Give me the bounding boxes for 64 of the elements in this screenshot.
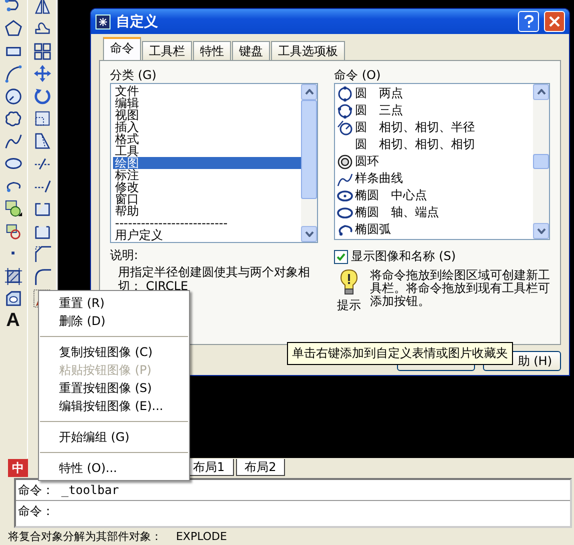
list-item[interactable]: 椭圆弧 [337, 221, 533, 238]
menu-item[interactable]: 删除 (D) [39, 312, 189, 330]
list-item[interactable]: 圆 相切、相切、相切 [337, 136, 533, 153]
list-item[interactable]: 椭圆 轴、端点 [337, 204, 533, 221]
list-item[interactable]: 样条曲线 [337, 170, 533, 187]
list-item[interactable]: 工具 [113, 145, 301, 157]
tooltip: 单击右键添加到自定义表情或图片收藏夹 [287, 342, 513, 365]
list-item[interactable]: 格式 [113, 133, 301, 145]
close-icon [549, 16, 560, 27]
tab[interactable]: 工具选项板 [271, 41, 345, 60]
list-item[interactable]: 视图 [113, 109, 301, 121]
layout-tab[interactable]: 布局2 [236, 459, 286, 476]
field-label: 说明: [110, 247, 140, 263]
status-text: 将复合对象分解为其部件对象： EXPLODE [7, 529, 228, 544]
hint-caption: 提示 [337, 297, 361, 314]
text-tool-button[interactable]: A [1, 311, 25, 332]
checkbox-label[interactable]: 显示图像和名称 (S) [351, 248, 456, 265]
hint-text: 将命令拖放到绘图区域可创建新工具栏。将命令拖放到现有工具栏可添加按钮。 [370, 269, 550, 310]
list-item[interactable]: 用户定义 [113, 229, 301, 241]
list-item[interactable]: 帮助 [113, 205, 301, 217]
help-button[interactable] [518, 11, 539, 32]
close-button[interactable] [544, 11, 565, 32]
list-item[interactable]: 椭圆 中心点 [337, 187, 533, 204]
tab[interactable]: 命令 [103, 37, 141, 60]
tangent-circle-icon [337, 120, 353, 136]
list-item[interactable]: -------------------------- [113, 217, 301, 229]
scroll-thumb[interactable] [301, 100, 317, 199]
list-item[interactable]: 标注 [113, 169, 301, 181]
menu-item[interactable]: 开始编组 (G) [39, 428, 189, 446]
circle-icon [337, 86, 353, 102]
list-item[interactable]: 窗口 [113, 193, 301, 205]
scrollbar[interactable] [533, 84, 549, 239]
list-item[interactable]: 圆 两点 [337, 85, 533, 102]
donut-icon [337, 154, 353, 170]
tab[interactable]: 工具栏 [142, 41, 192, 60]
menu-item[interactable]: 复制按钮图像 (C) [39, 343, 189, 361]
menu-item[interactable]: 重置 (R) [39, 294, 189, 312]
tab[interactable]: 键盘 [232, 41, 270, 60]
scrollbar[interactable] [301, 84, 317, 242]
list-item[interactable]: 圆 相切、相切、半径 [337, 119, 533, 136]
command-line: 命令： _toolbar [17, 482, 120, 499]
list-item[interactable]: 文件 [113, 85, 301, 97]
scroll-thumb[interactable] [533, 154, 549, 169]
lightbulb-icon [339, 269, 359, 297]
ellipse-icon [337, 188, 353, 204]
list-item[interactable]: 编辑 [113, 97, 301, 109]
list-item[interactable]: 圆 三点 [337, 102, 533, 119]
ime-indicator[interactable]: 中 [8, 459, 28, 477]
circle-icon [337, 102, 353, 118]
window-title: 自定义 [116, 12, 159, 30]
menu-item[interactable]: 重置按钮图像 (S) [39, 379, 189, 397]
list-item[interactable]: 插入 [113, 121, 301, 133]
list-item[interactable]: 绘图 [113, 157, 301, 169]
ellipse-icon [337, 204, 353, 220]
app-icon [95, 14, 111, 30]
question-mark-icon [524, 15, 534, 28]
list-item[interactable]: 圆环 [337, 153, 533, 170]
tab[interactable]: 特性 [193, 41, 231, 60]
checkbox[interactable] [334, 250, 348, 264]
list-item[interactable]: 修改 [113, 181, 301, 193]
command-line: 命令： [16, 500, 570, 521]
menu-item[interactable]: 编辑按钮图像 (E)... [39, 397, 189, 415]
field-label: 分类 (G) [110, 67, 158, 83]
field-label: 命令 (O) [334, 67, 382, 83]
